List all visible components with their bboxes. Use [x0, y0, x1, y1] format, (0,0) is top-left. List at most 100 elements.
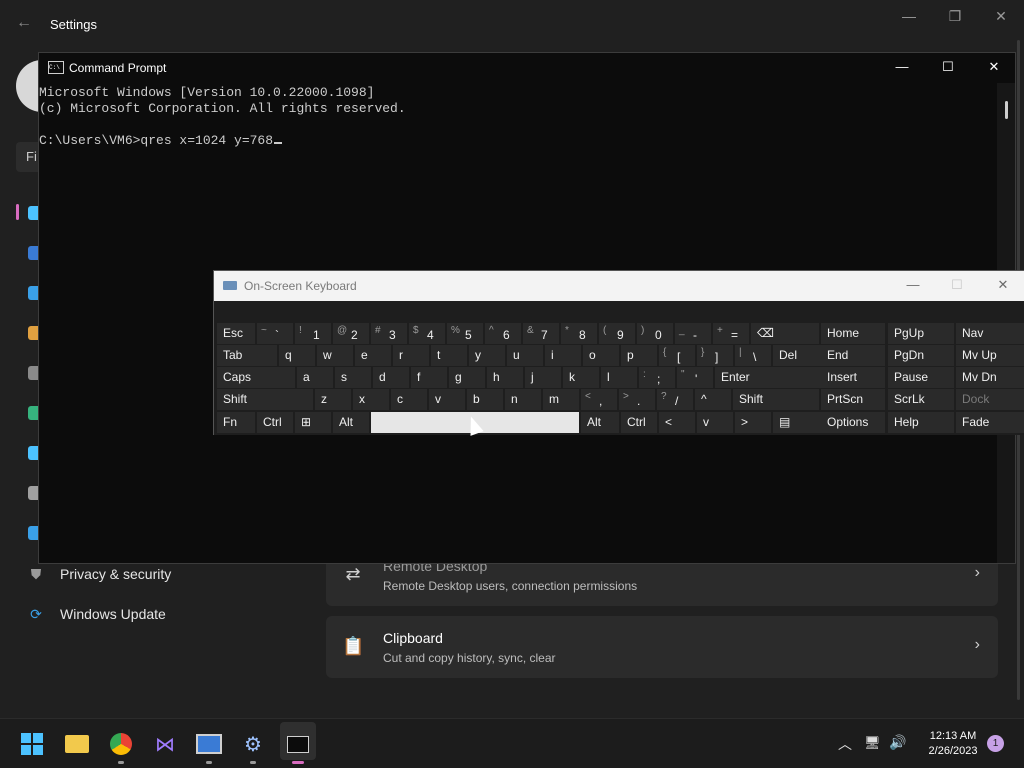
osk-key-shift[interactable]: Shift — [733, 389, 819, 410]
osk-key-q[interactable]: q — [279, 345, 315, 366]
osk-key-y[interactable]: y — [469, 345, 505, 366]
osk-key-mv-up[interactable]: Mv Up — [956, 345, 1024, 366]
osk-key-l[interactable]: l — [601, 367, 637, 388]
network-tray-icon[interactable]: 🖥 — [864, 735, 881, 751]
osk-key-j[interactable]: j — [525, 367, 561, 388]
osk-key-shift[interactable]: Shift — [217, 389, 313, 410]
osk-key-/[interactable]: ? / — [657, 389, 693, 410]
osk-key-h[interactable]: h — [487, 367, 523, 388]
osk-key-prtscn[interactable]: PrtScn — [821, 389, 885, 410]
osk-key-del[interactable]: Del — [773, 345, 827, 366]
settings-app-icon[interactable]: ⚙ — [236, 727, 270, 761]
clock[interactable]: 12:13 AM 2/26/2023 — [918, 729, 988, 759]
osk-key-w[interactable]: w — [317, 345, 353, 366]
osk-key-8[interactable]: * 8 — [561, 323, 597, 344]
osk-key-⊞[interactable]: ⊞ — [295, 412, 331, 433]
osk-key-z[interactable]: z — [315, 389, 351, 410]
osk-key-<[interactable]: < — [659, 412, 695, 433]
osk-key-a[interactable]: a — [297, 367, 333, 388]
settings-close-button[interactable]: ✕ — [978, 8, 1024, 28]
osk-key-3[interactable]: #3 — [371, 323, 407, 344]
osk-key-home[interactable]: Home — [821, 323, 885, 344]
osk-key-ctrl[interactable]: Ctrl — [621, 412, 657, 433]
back-arrow-icon[interactable]: ← — [16, 14, 32, 32]
osk-key-1[interactable]: ! 1 — [295, 323, 331, 344]
osk-key--[interactable]: _ - — [675, 323, 711, 344]
osk-key-alt[interactable]: Alt — [333, 412, 369, 433]
osk-key-insert[interactable]: Insert — [821, 367, 885, 388]
remote-desktop-app-icon[interactable] — [192, 727, 226, 761]
osk-key-`[interactable]: ~ ` — [257, 323, 293, 344]
osk-key-tab[interactable]: Tab — [217, 345, 277, 366]
osk-key-x[interactable]: x — [353, 389, 389, 410]
osk-key-help[interactable]: Help — [888, 412, 954, 433]
chevron-up-icon[interactable]: ︿ — [838, 734, 852, 754]
osk-key-0[interactable]: ) 0 — [637, 323, 673, 344]
osk-key-esc[interactable]: Esc — [217, 323, 255, 344]
osk-key-;[interactable]: :; — [639, 367, 675, 388]
osk-key-\[interactable]: | \ — [735, 345, 771, 366]
osk-key-i[interactable]: i — [545, 345, 581, 366]
osk-key-▤[interactable]: ▤ — [773, 412, 823, 433]
visual-studio-icon[interactable]: ⋈ — [148, 727, 182, 761]
osk-key-dock[interactable]: Dock — [956, 389, 1024, 410]
osk-key-n[interactable]: n — [505, 389, 541, 410]
osk-key-[[interactable]: {[ — [659, 345, 695, 366]
osk-key-o[interactable]: o — [583, 345, 619, 366]
osk-key-end[interactable]: End — [821, 345, 885, 366]
osk-key-'[interactable]: " ' — [677, 367, 713, 388]
settings-restore-button[interactable]: ❐ — [932, 8, 978, 28]
osk-key-6[interactable]: ^ 6 — [485, 323, 521, 344]
osk-key-v[interactable]: v — [429, 389, 465, 410]
osk-key-s[interactable]: s — [335, 367, 371, 388]
osk-key-][interactable]: }] — [697, 345, 733, 366]
cmd-close-button[interactable]: ✕ — [971, 59, 1017, 77]
osk-key-.[interactable]: >. — [619, 389, 655, 410]
osk-key-pgdn[interactable]: PgDn — [888, 345, 954, 366]
chrome-icon[interactable] — [104, 727, 138, 761]
notification-badge[interactable]: 1 — [987, 735, 1004, 752]
start-icon[interactable] — [15, 727, 49, 761]
osk-key-caps[interactable]: Caps — [217, 367, 295, 388]
settings-minimize-button[interactable]: — — [886, 8, 932, 28]
osk-key-2[interactable]: @2 — [333, 323, 369, 344]
osk-key-pause[interactable]: Pause — [888, 367, 954, 388]
osk-key-=[interactable]: + = — [713, 323, 749, 344]
osk-key-e[interactable]: e — [355, 345, 391, 366]
osk-key-v[interactable]: v — [697, 412, 733, 433]
osk-key-,[interactable]: <, — [581, 389, 617, 410]
osk-key-m[interactable]: m — [543, 389, 579, 410]
osk-key-r[interactable]: r — [393, 345, 429, 366]
osk-key-mv-dn[interactable]: Mv Dn — [956, 367, 1024, 388]
cmd-console-output[interactable]: Microsoft Windows [Version 10.0.22000.10… — [39, 85, 406, 149]
sidebar-item-windows-update[interactable]: ⟳ Windows Update — [28, 599, 166, 629]
osk-key-5[interactable]: % 5 — [447, 323, 483, 344]
osk-key-alt[interactable]: Alt — [581, 412, 619, 433]
cmd-maximize-button[interactable]: ☐ — [925, 59, 971, 77]
osk-key-f[interactable]: f — [411, 367, 447, 388]
osk-key-9[interactable]: (9 — [599, 323, 635, 344]
osk-key->[interactable]: > — [735, 412, 771, 433]
osk-key-⌫[interactable]: ⌫ — [751, 323, 819, 344]
cmd-titlebar[interactable]: C:\ Command Prompt — ☐ ✕ — [39, 53, 1015, 83]
cmd-scrollbar-thumb[interactable] — [1005, 101, 1008, 119]
osk-key-4[interactable]: $4 — [409, 323, 445, 344]
osk-key-d[interactable]: d — [373, 367, 409, 388]
osk-key-pgup[interactable]: PgUp — [888, 323, 954, 344]
osk-key-7[interactable]: & 7 — [523, 323, 559, 344]
command-prompt-app-icon[interactable] — [281, 727, 315, 761]
clipboard-card[interactable]: 📋 Clipboard Cut and copy history, sync, … — [326, 616, 998, 678]
osk-key-enter[interactable]: Enter — [715, 367, 821, 388]
osk-key-options[interactable]: Options — [821, 412, 885, 433]
osk-key-p[interactable]: p — [621, 345, 657, 366]
osk-key-k[interactable]: k — [563, 367, 599, 388]
osk-key-c[interactable]: c — [391, 389, 427, 410]
osk-key-^[interactable]: ^ — [695, 389, 731, 410]
osk-key-t[interactable]: t — [431, 345, 467, 366]
osk-key-b[interactable]: b — [467, 389, 503, 410]
osk-key-scrlk[interactable]: ScrLk — [888, 389, 954, 410]
file-explorer-icon[interactable] — [60, 727, 94, 761]
osk-key-g[interactable]: g — [449, 367, 485, 388]
osk-key-u[interactable]: u — [507, 345, 543, 366]
osk-key-fade[interactable]: Fade — [956, 412, 1024, 433]
